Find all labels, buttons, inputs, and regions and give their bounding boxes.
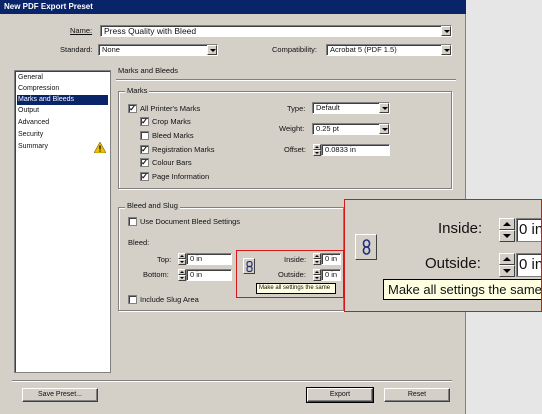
top-stepper[interactable] bbox=[178, 253, 186, 265]
weight-select[interactable]: 0.25 pt bbox=[312, 123, 390, 135]
type-label: Type: bbox=[287, 104, 306, 113]
zoom-chain-button[interactable] bbox=[355, 234, 377, 260]
marks-group-title: Marks bbox=[125, 86, 150, 96]
name-field[interactable]: Press Quality with Bleed bbox=[100, 25, 452, 37]
type-select[interactable]: Default bbox=[312, 102, 390, 114]
panel-title-divider bbox=[116, 79, 456, 81]
offset-label: Offset: bbox=[284, 145, 306, 154]
sidebar-item-output[interactable]: Output bbox=[17, 106, 108, 116]
warning-icon bbox=[94, 142, 106, 153]
registration-marks-checkbox[interactable]: ✓ bbox=[140, 145, 149, 154]
bottom-field[interactable]: 0 in bbox=[186, 269, 232, 281]
sidebar-item-compression[interactable]: Compression bbox=[17, 84, 108, 94]
weight-label: Weight: bbox=[279, 124, 305, 133]
tooltip: Make all settings the same bbox=[256, 283, 336, 294]
type-dropdown-button[interactable] bbox=[379, 103, 389, 113]
bleed-marks-label: Bleed Marks bbox=[152, 131, 194, 140]
standard-select[interactable]: None bbox=[98, 44, 218, 56]
page-information-checkbox[interactable]: ✓ bbox=[140, 172, 149, 181]
use-document-bleed-checkbox[interactable] bbox=[128, 217, 137, 226]
use-document-bleed-label: Use Document Bleed Settings bbox=[140, 217, 241, 226]
bleed-group-title: Bleed and Slug bbox=[125, 201, 180, 211]
zoom-outside-stepper[interactable] bbox=[499, 253, 515, 277]
zoom-inside-stepper[interactable] bbox=[499, 218, 515, 242]
top-label: Top: bbox=[157, 255, 172, 264]
registration-marks-label: Registration Marks bbox=[152, 145, 215, 154]
bottom-stepper[interactable] bbox=[178, 269, 186, 281]
export-button[interactable]: Export bbox=[306, 387, 374, 403]
bleed-marks-checkbox[interactable] bbox=[140, 131, 149, 140]
colour-bars-label: Colour Bars bbox=[152, 158, 192, 167]
reset-button[interactable]: Reset bbox=[384, 388, 450, 402]
zoom-inside-field[interactable]: 0 in bbox=[516, 218, 541, 242]
include-slug-label: Include Slug Area bbox=[140, 295, 199, 304]
sidebar-item-advanced[interactable]: Advanced bbox=[17, 118, 108, 128]
colour-bars-checkbox[interactable]: ✓ bbox=[140, 158, 149, 167]
offset-field[interactable]: 0.0833 in bbox=[321, 144, 390, 156]
compatibility-select[interactable]: Acrobat 5 (PDF 1.5) bbox=[326, 44, 452, 56]
footer-divider bbox=[12, 380, 452, 382]
page-information-label: Page Information bbox=[152, 172, 210, 181]
panel-title: Marks and Bleeds bbox=[118, 66, 179, 75]
name-dropdown-button[interactable] bbox=[441, 26, 451, 36]
sidebar-item-marks-and-bleeds[interactable]: Marks and Bleeds bbox=[17, 95, 108, 105]
bottom-label: Bottom: bbox=[143, 270, 169, 279]
crop-marks-checkbox[interactable]: ✓ bbox=[140, 117, 149, 126]
zoom-inside-label: Inside: bbox=[438, 220, 483, 237]
bleed-label: Bleed: bbox=[128, 238, 150, 247]
zoom-outside-label: Outside: bbox=[425, 255, 481, 272]
standard-label: Standard: bbox=[60, 45, 93, 54]
standard-dropdown-button[interactable] bbox=[207, 45, 217, 55]
offset-stepper[interactable] bbox=[313, 144, 321, 156]
include-slug-checkbox[interactable] bbox=[128, 295, 137, 304]
name-label: Name: bbox=[70, 26, 93, 35]
sidebar-item-general[interactable]: General bbox=[17, 73, 108, 83]
all-printers-marks-checkbox[interactable]: ✓ bbox=[128, 104, 137, 113]
dialog-title: New PDF Export Preset bbox=[0, 0, 466, 14]
all-printers-marks-label: All Printer's Marks bbox=[140, 104, 201, 113]
compatibility-dropdown-button[interactable] bbox=[441, 45, 451, 55]
zoom-outside-field[interactable]: 0 in bbox=[516, 253, 541, 277]
weight-dropdown-button[interactable] bbox=[379, 124, 389, 134]
zoom-tooltip: Make all settings the same bbox=[383, 279, 541, 300]
save-preset-button[interactable]: Save Preset... bbox=[22, 388, 98, 402]
zoom-detail-panel: Inside: 0 in Outside: 0 in Make all sett… bbox=[344, 199, 542, 312]
top-field[interactable]: 0 in bbox=[186, 253, 232, 265]
sidebar-item-security[interactable]: Security bbox=[17, 130, 108, 140]
zoom-chain-link-icon bbox=[362, 239, 371, 255]
crop-marks-label: Crop Marks bbox=[152, 117, 191, 126]
compatibility-label: Compatibility: bbox=[272, 45, 318, 54]
category-list[interactable]: General Compression Marks and Bleeds Out… bbox=[14, 70, 111, 373]
